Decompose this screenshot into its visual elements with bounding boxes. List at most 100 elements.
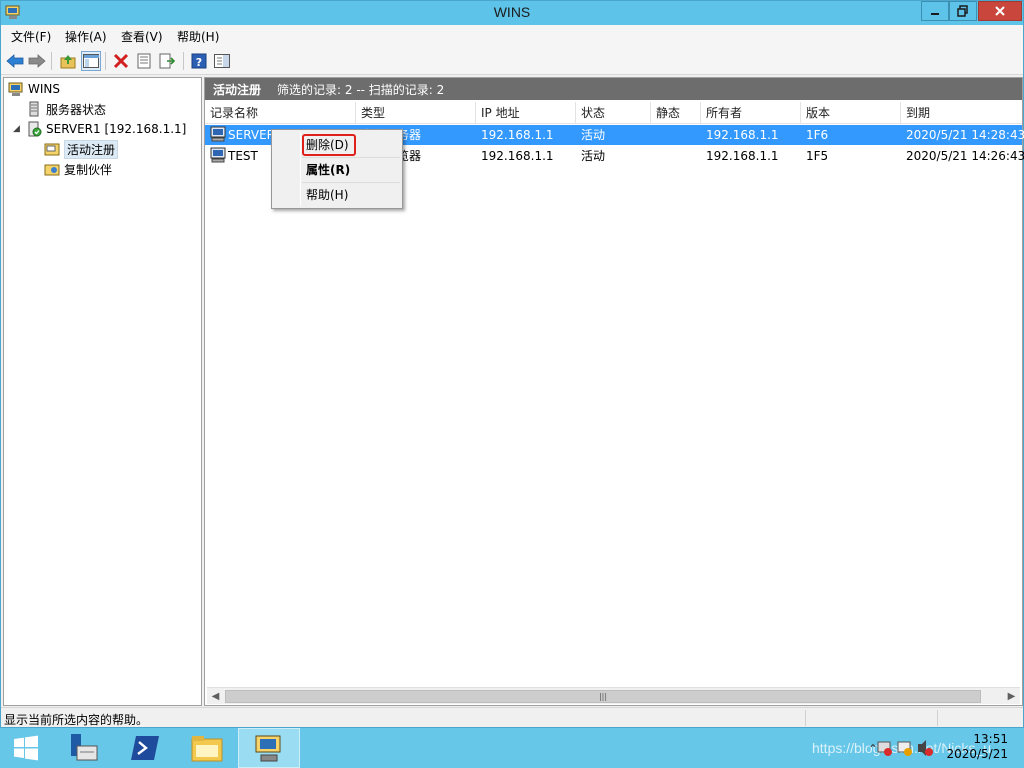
export-list-icon xyxy=(159,53,175,69)
menu-action[interactable]: 操作(A) xyxy=(65,28,107,45)
server-manager-icon xyxy=(71,734,98,761)
show-hide-tree-button[interactable] xyxy=(81,51,101,71)
results-title: 活动注册 xyxy=(213,82,262,97)
menu-bar: 文件(F) 操作(A) 查看(V) 帮助(H) xyxy=(1,25,1023,47)
cell-ip: 192.168.1.1 xyxy=(481,149,554,163)
horizontal-scrollbar[interactable]: ◀ ||| ▶ xyxy=(207,687,1020,704)
scroll-left-icon[interactable]: ◀ xyxy=(207,688,224,705)
system-tray: ⌃ xyxy=(866,728,936,768)
minimize-button[interactable] xyxy=(921,1,949,21)
clock-date: 2020/5/21 xyxy=(946,747,1008,761)
collapse-server-icon[interactable]: ◢ xyxy=(13,124,20,134)
context-menu-delete[interactable]: 删除(D) xyxy=(306,134,349,156)
menu-help[interactable]: 帮助(H) xyxy=(177,28,219,45)
console-icon xyxy=(214,54,230,68)
cell-version: 1F6 xyxy=(806,128,829,142)
active-registrations-icon xyxy=(44,143,60,156)
tree-item-wins[interactable]: WINS xyxy=(8,79,60,99)
cell-state: 活动 xyxy=(581,149,606,163)
cell-owner: 192.168.1.1 xyxy=(706,128,779,142)
title-bar[interactable]: WINS xyxy=(1,1,1023,25)
column-state[interactable]: 状态 xyxy=(576,102,651,124)
wins-window: WINS 文件(F) 操作(A) 查看(V) 帮助(H) ? WINS 服务器状… xyxy=(0,0,1024,728)
column-version[interactable]: 版本 xyxy=(801,102,901,124)
restore-button[interactable] xyxy=(949,1,977,21)
tree-label-server1: SERVER1 [192.168.1.1] xyxy=(46,122,187,136)
tree-label-server-status: 服务器状态 xyxy=(46,102,107,117)
help-icon: ? xyxy=(191,53,207,69)
context-menu-help[interactable]: 帮助(H) xyxy=(306,184,348,206)
column-type[interactable]: 类型 xyxy=(356,102,476,124)
up-level-button[interactable] xyxy=(58,51,78,71)
taskbar-wins[interactable] xyxy=(238,728,300,768)
tree-label-active-registrations: 活动注册 xyxy=(64,139,119,159)
back-arrow-icon xyxy=(6,54,24,68)
context-menu-properties[interactable]: 属性(R) xyxy=(306,159,350,181)
powershell-icon xyxy=(131,736,159,760)
start-button[interactable] xyxy=(0,728,52,768)
toolbar: ? xyxy=(1,47,1023,75)
export-list-button[interactable] xyxy=(157,51,177,71)
column-static[interactable]: 静态 xyxy=(651,102,701,124)
taskbar-powershell[interactable] xyxy=(114,728,176,768)
window-title: WINS xyxy=(493,4,531,20)
delete-icon xyxy=(113,53,129,69)
column-headers: 记录名称 类型 IP 地址 状态 静态 所有者 版本 到期 xyxy=(205,102,1022,124)
properties-button[interactable] xyxy=(134,51,154,71)
svg-text:⌃: ⌃ xyxy=(868,742,878,756)
tree-label-wins: WINS xyxy=(28,82,60,96)
close-button[interactable] xyxy=(978,1,1022,21)
results-header: 活动注册 筛选的记录: 2 -- 扫描的记录: 2 xyxy=(205,78,1022,100)
windows-logo-icon xyxy=(14,735,38,761)
context-menu: 删除(D) 属性(R) 帮助(H) xyxy=(271,129,403,209)
tree-item-server1[interactable]: SERVER1 [192.168.1.1] xyxy=(26,119,186,139)
taskbar-file-explorer[interactable] xyxy=(176,728,238,768)
forward-button[interactable] xyxy=(27,51,47,71)
replication-partners-icon xyxy=(44,164,60,176)
help-button[interactable]: ? xyxy=(189,51,209,71)
properties-icon xyxy=(137,53,151,69)
cell-version: 1F5 xyxy=(806,149,829,163)
status-bar: 显示当前所选内容的帮助。 xyxy=(1,707,1023,727)
cell-record-name: TEST xyxy=(205,146,258,166)
tray-icons: ⌃ xyxy=(868,740,933,756)
server-status-icon xyxy=(29,101,39,117)
status-text: 显示当前所选内容的帮助。 xyxy=(4,713,149,727)
cell-static xyxy=(651,146,656,166)
computer-record-icon xyxy=(210,126,226,142)
tree-item-replication-partners[interactable]: 复制伙伴 xyxy=(44,159,112,179)
column-record-name[interactable]: 记录名称 xyxy=(205,102,356,124)
back-button[interactable] xyxy=(5,51,25,71)
show-hide-tree-icon xyxy=(83,54,99,68)
cell-ip: 192.168.1.1 xyxy=(481,128,554,142)
cell-state: 活动 xyxy=(581,128,606,142)
wins-node-icon xyxy=(8,82,23,96)
close-icon xyxy=(995,6,1005,16)
menu-file[interactable]: 文件(F) xyxy=(11,28,51,45)
record-name: SERVER xyxy=(228,128,276,142)
column-ip-address[interactable]: IP 地址 xyxy=(476,102,576,124)
taskbar-server-manager[interactable] xyxy=(52,728,114,768)
scroll-thumb[interactable]: ||| xyxy=(225,690,981,703)
cell-record-name: SERVER xyxy=(205,125,275,145)
tree-item-server-status[interactable]: 服务器状态 xyxy=(26,99,106,119)
column-owner[interactable]: 所有者 xyxy=(701,102,801,124)
console-tree: WINS 服务器状态 ◢ SERVER1 [192.168.1.1] 活动注册 … xyxy=(3,77,202,706)
cell-static xyxy=(651,125,656,145)
scroll-right-icon[interactable]: ▶ xyxy=(1003,688,1020,705)
tree-item-active-registrations[interactable]: 活动注册 xyxy=(44,139,119,159)
record-name: TEST xyxy=(228,149,258,163)
cell-expiration: 2020/5/21 14:26:43 xyxy=(906,149,1024,163)
computer-record-icon xyxy=(210,147,226,163)
file-explorer-icon xyxy=(191,736,223,762)
results-summary: 筛选的记录: 2 -- 扫描的记录: 2 xyxy=(277,82,445,97)
forward-arrow-icon xyxy=(28,54,46,68)
console-button[interactable] xyxy=(212,51,232,71)
up-folder-icon xyxy=(60,55,76,69)
column-expiration[interactable]: 到期 xyxy=(901,102,1022,124)
cell-expiration: 2020/5/21 14:28:43 xyxy=(906,128,1024,142)
taskbar-clock[interactable]: 13:51 2020/5/21 xyxy=(946,732,1008,762)
tree-label-replication-partners: 复制伙伴 xyxy=(64,162,113,177)
delete-button[interactable] xyxy=(111,51,131,71)
menu-view[interactable]: 查看(V) xyxy=(121,28,163,45)
